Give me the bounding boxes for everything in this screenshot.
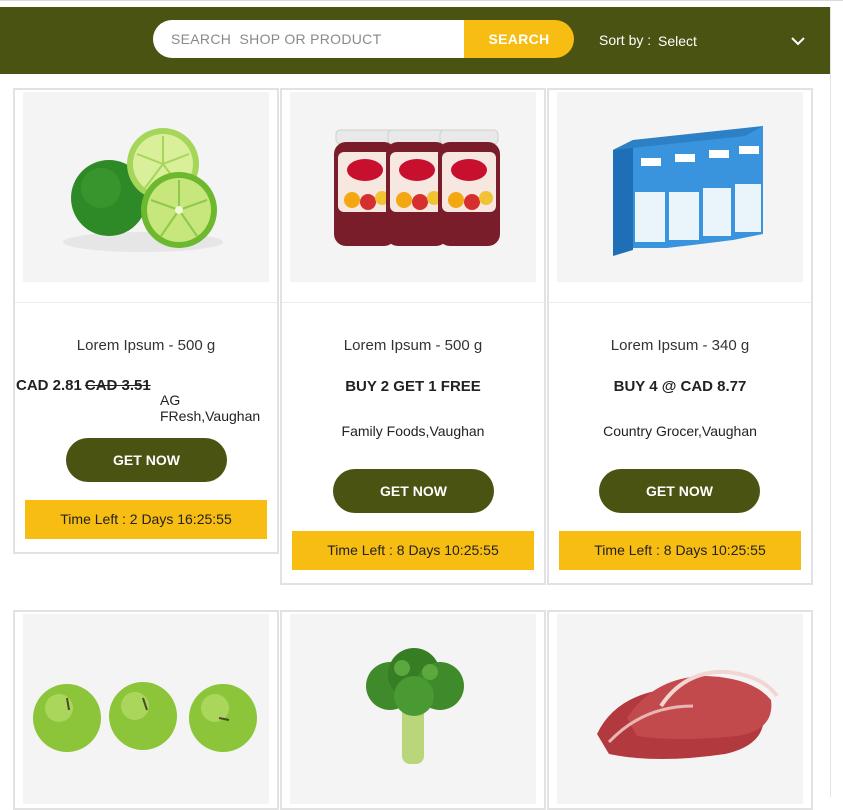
product-card: Lorem Ipsum - 500 g BUY 2 GET 1 FREE Fam… xyxy=(280,88,546,585)
scrollbar[interactable] xyxy=(830,7,843,797)
product-card: Lorem Ipsum - 340 g BUY 4 @ CAD 8.77 Cou… xyxy=(547,88,813,585)
product-title: Lorem Ipsum - 340 g xyxy=(610,337,750,354)
deal-text: BUY 4 @ CAD 8.77 xyxy=(613,378,747,395)
get-now-button[interactable]: GET NOW xyxy=(599,469,760,513)
product-card: Lorem Ipsum - 500 g CAD 2.81 CAD 3.51 AG … xyxy=(13,88,279,554)
time-left-badge: Time Left : 2 Days 16:25:55 xyxy=(25,500,267,539)
card-divider xyxy=(282,302,544,303)
milk-cartons-image xyxy=(557,92,803,282)
chevron-down-icon[interactable] xyxy=(790,33,806,49)
time-left-badge: Time Left : 8 Days 10:25:55 xyxy=(292,531,534,570)
time-left-badge: Time Left : 8 Days 10:25:55 xyxy=(559,531,801,570)
product-card xyxy=(547,610,813,810)
green-apples-image xyxy=(23,614,269,804)
jam-jars-image xyxy=(290,92,536,282)
store-name: Country Grocer,Vaughan xyxy=(603,423,757,439)
card-divider xyxy=(15,302,277,303)
top-border xyxy=(0,0,843,7)
get-now-button[interactable]: GET NOW xyxy=(333,469,494,513)
search-input[interactable] xyxy=(153,20,465,58)
get-now-button[interactable]: GET NOW xyxy=(66,438,227,482)
search-button[interactable]: SEARCH xyxy=(464,20,574,58)
deal-text: BUY 2 GET 1 FREE xyxy=(345,378,481,395)
card-divider xyxy=(549,302,811,303)
limes-image xyxy=(23,92,269,282)
header-bar: SEARCH Sort by : Select xyxy=(0,7,830,74)
product-title: Lorem Ipsum - 500 g xyxy=(76,337,216,354)
current-price: CAD 2.81 xyxy=(16,377,82,394)
store-name: Family Foods,Vaughan xyxy=(341,423,485,439)
broccoli-image xyxy=(290,614,536,804)
product-card xyxy=(13,610,279,810)
store-name: AG FResh,Vaughan xyxy=(160,392,261,424)
product-title: Lorem Ipsum - 500 g xyxy=(343,337,483,354)
search-bar: SEARCH xyxy=(153,20,574,58)
old-price: CAD 3.51 xyxy=(84,377,151,394)
product-price: CAD 2.81 CAD 3.51 xyxy=(16,377,151,394)
raw-meat-image xyxy=(557,614,803,804)
sort-select[interactable]: Select xyxy=(658,33,697,49)
sort-label: Sort by : xyxy=(599,32,652,48)
product-card xyxy=(280,610,546,810)
